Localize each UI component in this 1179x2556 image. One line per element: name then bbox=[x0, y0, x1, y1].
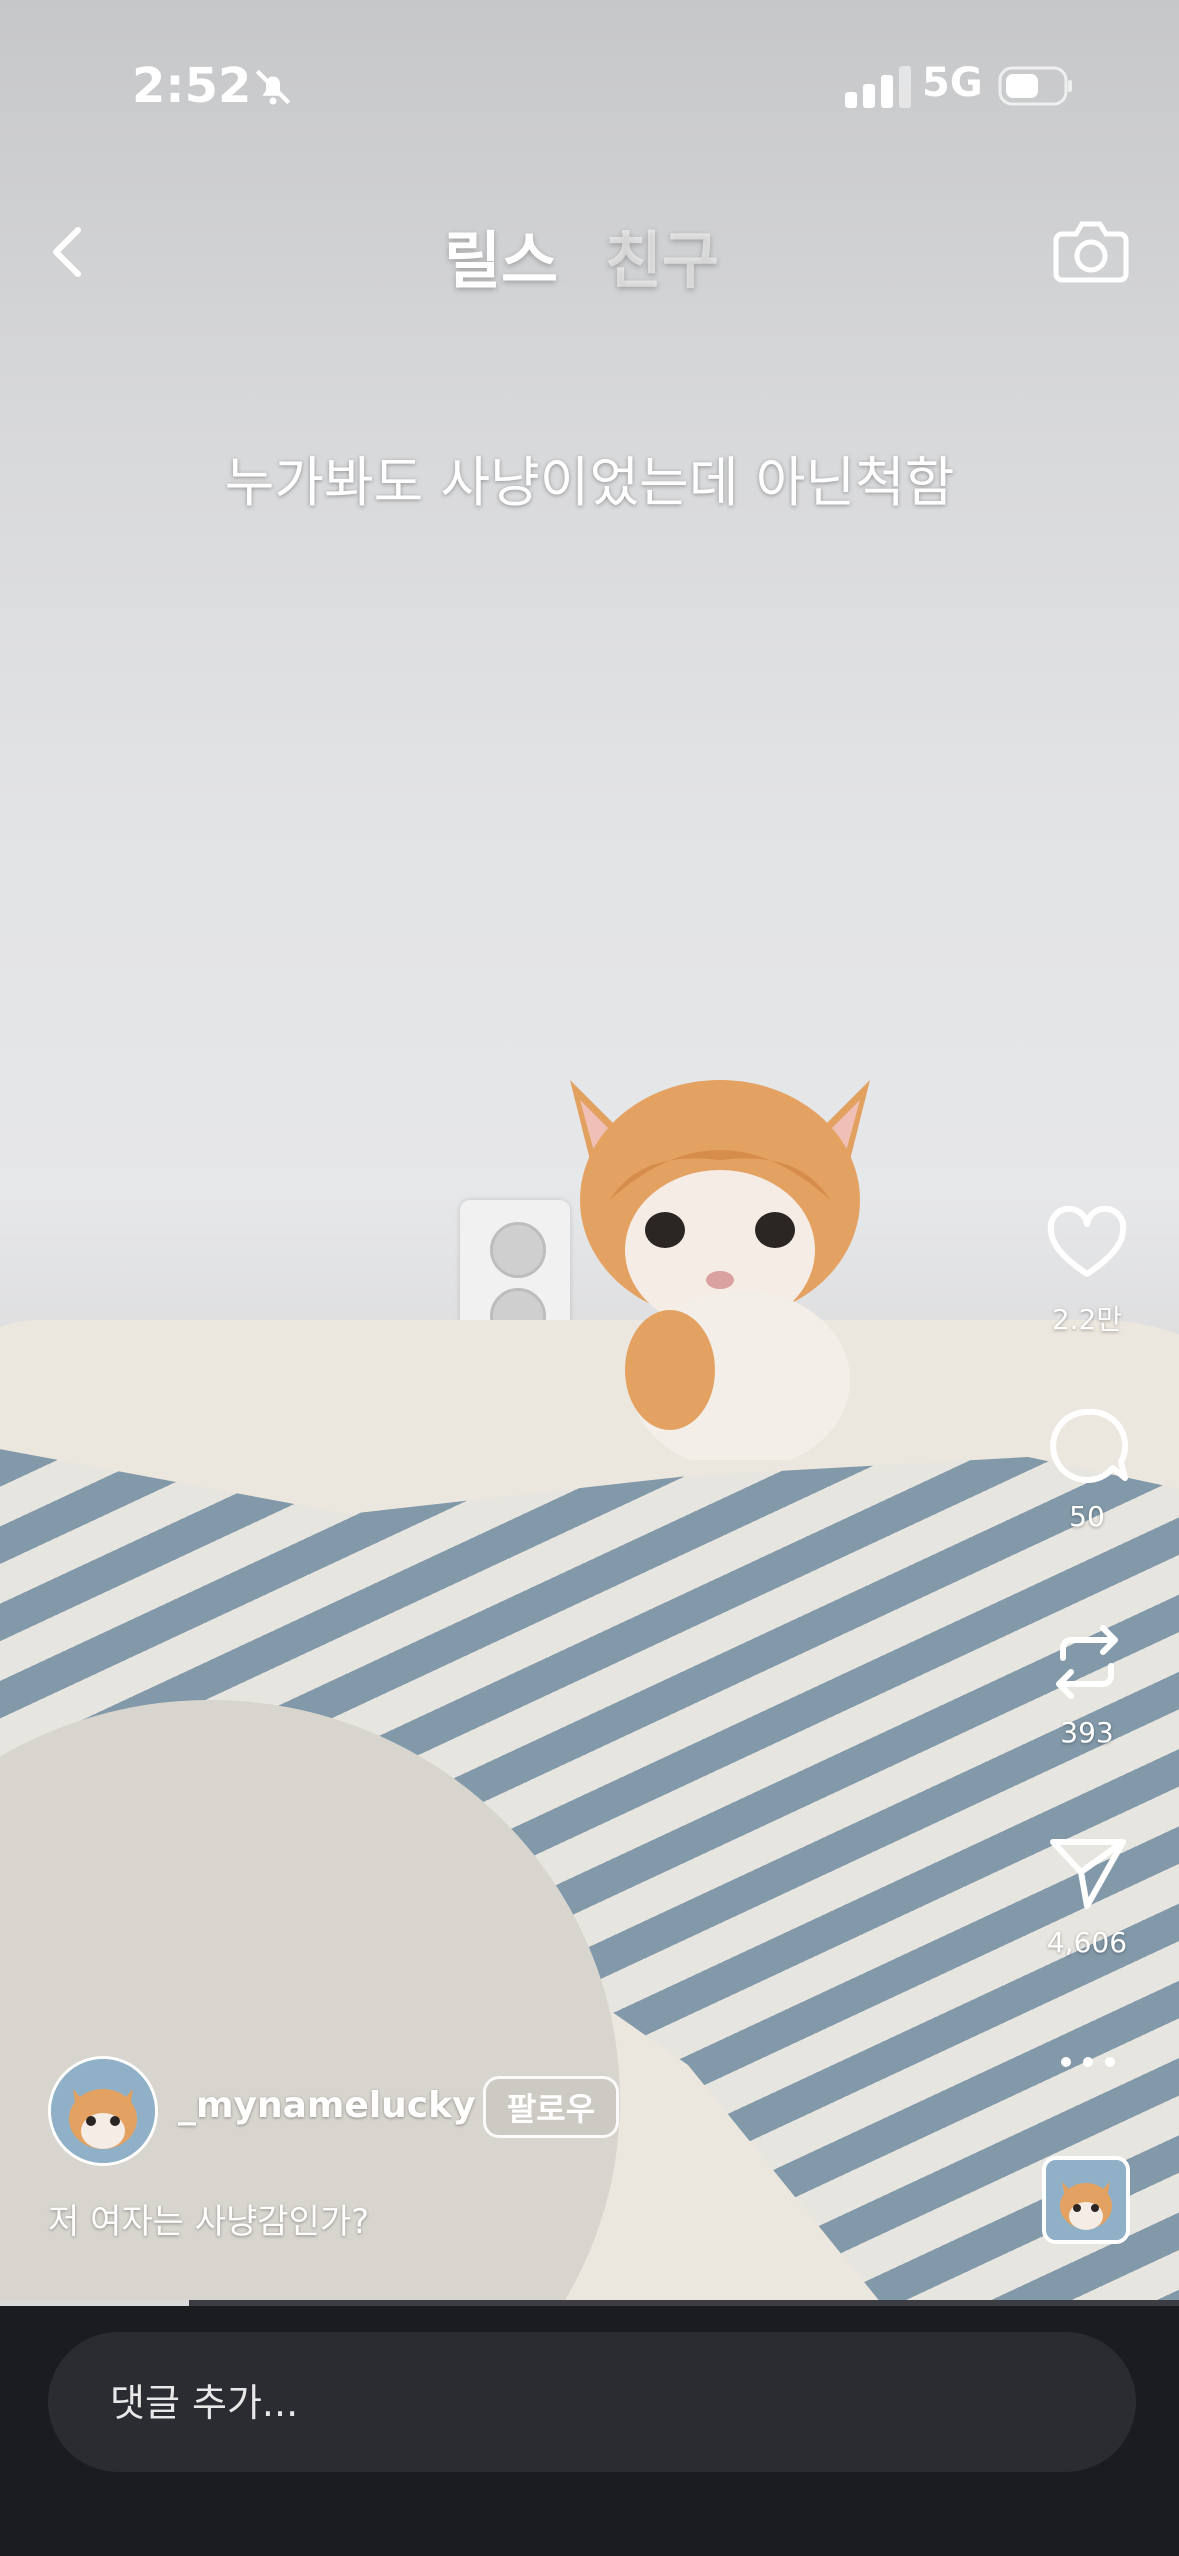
comment-bar[interactable] bbox=[48, 2332, 1136, 2474]
heart-icon bbox=[1047, 1205, 1127, 1277]
comment-count: 50 bbox=[1069, 1500, 1105, 1533]
tab-reels[interactable]: 릴스 bbox=[444, 210, 558, 300]
share-count: 4,606 bbox=[1046, 1926, 1128, 1959]
video-overlay-text: 누가봐도 사냥이었는데 아닌척함 bbox=[224, 451, 955, 514]
kitten-image bbox=[570, 1080, 870, 1460]
repost-button[interactable]: 393 bbox=[1030, 1618, 1144, 1749]
post-caption[interactable]: 저 여자는 사냥감인가? bbox=[48, 2194, 369, 2243]
network-type: 5G bbox=[922, 60, 983, 106]
battery-icon bbox=[998, 66, 1072, 106]
status-time: 2:52 bbox=[132, 58, 252, 114]
repost-icon bbox=[1056, 1625, 1118, 1699]
avatar[interactable] bbox=[48, 2056, 158, 2166]
audio-thumbnail[interactable] bbox=[1042, 2156, 1130, 2244]
like-button[interactable]: 2.2만 bbox=[1030, 1200, 1144, 1338]
repost-count: 393 bbox=[1060, 1716, 1114, 1749]
tab-friends[interactable]: 친구 bbox=[605, 210, 719, 300]
bell-slash-icon bbox=[255, 69, 291, 105]
send-icon bbox=[1050, 1839, 1126, 1909]
like-count: 2.2만 bbox=[1051, 1303, 1123, 1336]
follow-button[interactable]: 팔로우 bbox=[483, 2076, 619, 2138]
camera-icon[interactable] bbox=[1052, 210, 1130, 288]
reel-video[interactable] bbox=[0, 0, 1179, 2300]
share-button[interactable]: 4,606 bbox=[1030, 1828, 1144, 1959]
avatar-kitten-image bbox=[51, 2059, 155, 2163]
signal-icon bbox=[845, 66, 911, 108]
comment-icon bbox=[1050, 1408, 1129, 1483]
username[interactable]: _mynamelucky bbox=[178, 2085, 476, 2126]
back-icon[interactable] bbox=[44, 222, 94, 282]
more-icon[interactable] bbox=[1058, 2050, 1118, 2074]
audio-kitten-image bbox=[1046, 2160, 1126, 2240]
comment-button[interactable]: 50 bbox=[1030, 1402, 1144, 1533]
comment-input[interactable] bbox=[108, 2332, 1092, 2474]
